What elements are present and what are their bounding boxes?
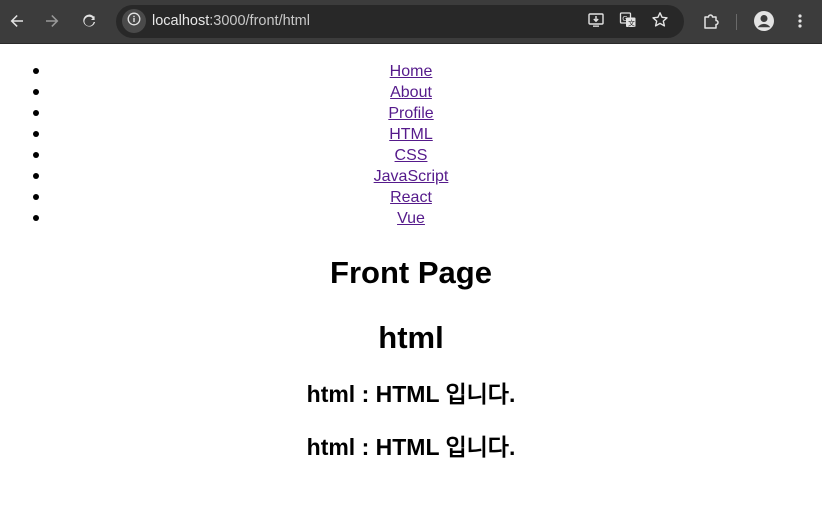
list-bullet (33, 215, 39, 221)
list-bullet (33, 152, 39, 158)
nav-link-vue[interactable]: Vue (397, 210, 425, 227)
url-text[interactable]: localhost:3000/front/html (152, 5, 310, 38)
reload-icon (81, 13, 97, 29)
nav-item-html: HTML (0, 124, 822, 145)
info-icon (127, 12, 141, 31)
site-info-button[interactable] (122, 9, 146, 33)
nav-item-javascript: JavaScript (0, 166, 822, 187)
toolbar-separator (736, 14, 737, 30)
nav-link-html[interactable]: HTML (389, 126, 433, 143)
url-host: localhost (152, 13, 210, 29)
list-bullet (33, 89, 39, 95)
avatar-icon (753, 10, 775, 32)
nav-link-home[interactable]: Home (390, 63, 433, 80)
url-path: :3000/front/html (209, 13, 310, 29)
nav-item-react: React (0, 187, 822, 208)
reload-button[interactable] (75, 7, 103, 35)
nav-item-css: CSS (0, 145, 822, 166)
translate-button[interactable]: G文 (616, 10, 640, 34)
content-line-2: html : HTML 입니다. (306, 434, 516, 460)
browser-toolbar: localhost:3000/front/html G文 (0, 0, 822, 44)
nav-link-javascript[interactable]: JavaScript (374, 168, 449, 185)
forward-arrow-icon (44, 13, 60, 29)
svg-text:文: 文 (628, 18, 635, 27)
install-app-button[interactable] (584, 10, 608, 34)
content-line-1: html : HTML 입니다. (306, 381, 516, 407)
kebab-menu-icon (792, 13, 808, 29)
nav-item-about: About (0, 82, 822, 103)
forward-button[interactable] (38, 7, 66, 35)
list-bullet (33, 131, 39, 137)
list-bullet (33, 173, 39, 179)
address-bar[interactable]: localhost:3000/front/html G文 (116, 5, 684, 38)
nav-item-vue: Vue (0, 208, 822, 229)
translate-icon: G文 (619, 11, 637, 34)
nav-item-profile: Profile (0, 103, 822, 124)
nav-list: Home About Profile HTML CSS JavaScript R… (0, 61, 822, 229)
list-bullet (33, 110, 39, 116)
browser-menu-button[interactable] (786, 7, 814, 35)
list-bullet (33, 194, 39, 200)
section-title: html (378, 320, 444, 355)
page-content: Home About Profile HTML CSS JavaScript R… (0, 44, 822, 520)
list-bullet (33, 68, 39, 74)
install-app-icon (587, 11, 605, 34)
nav-link-about[interactable]: About (390, 84, 432, 101)
nav-link-react[interactable]: React (390, 189, 432, 206)
svg-text:G: G (622, 15, 627, 23)
puzzle-icon (702, 12, 720, 30)
back-button[interactable] (3, 7, 31, 35)
page-title: Front Page (330, 255, 492, 290)
back-arrow-icon (9, 13, 25, 29)
profile-button[interactable] (750, 7, 778, 35)
nav-link-css[interactable]: CSS (395, 147, 428, 164)
extensions-button[interactable] (697, 7, 725, 35)
nav-item-home: Home (0, 61, 822, 82)
star-icon (651, 11, 669, 34)
nav-link-profile[interactable]: Profile (388, 105, 433, 122)
bookmark-button[interactable] (648, 10, 672, 34)
